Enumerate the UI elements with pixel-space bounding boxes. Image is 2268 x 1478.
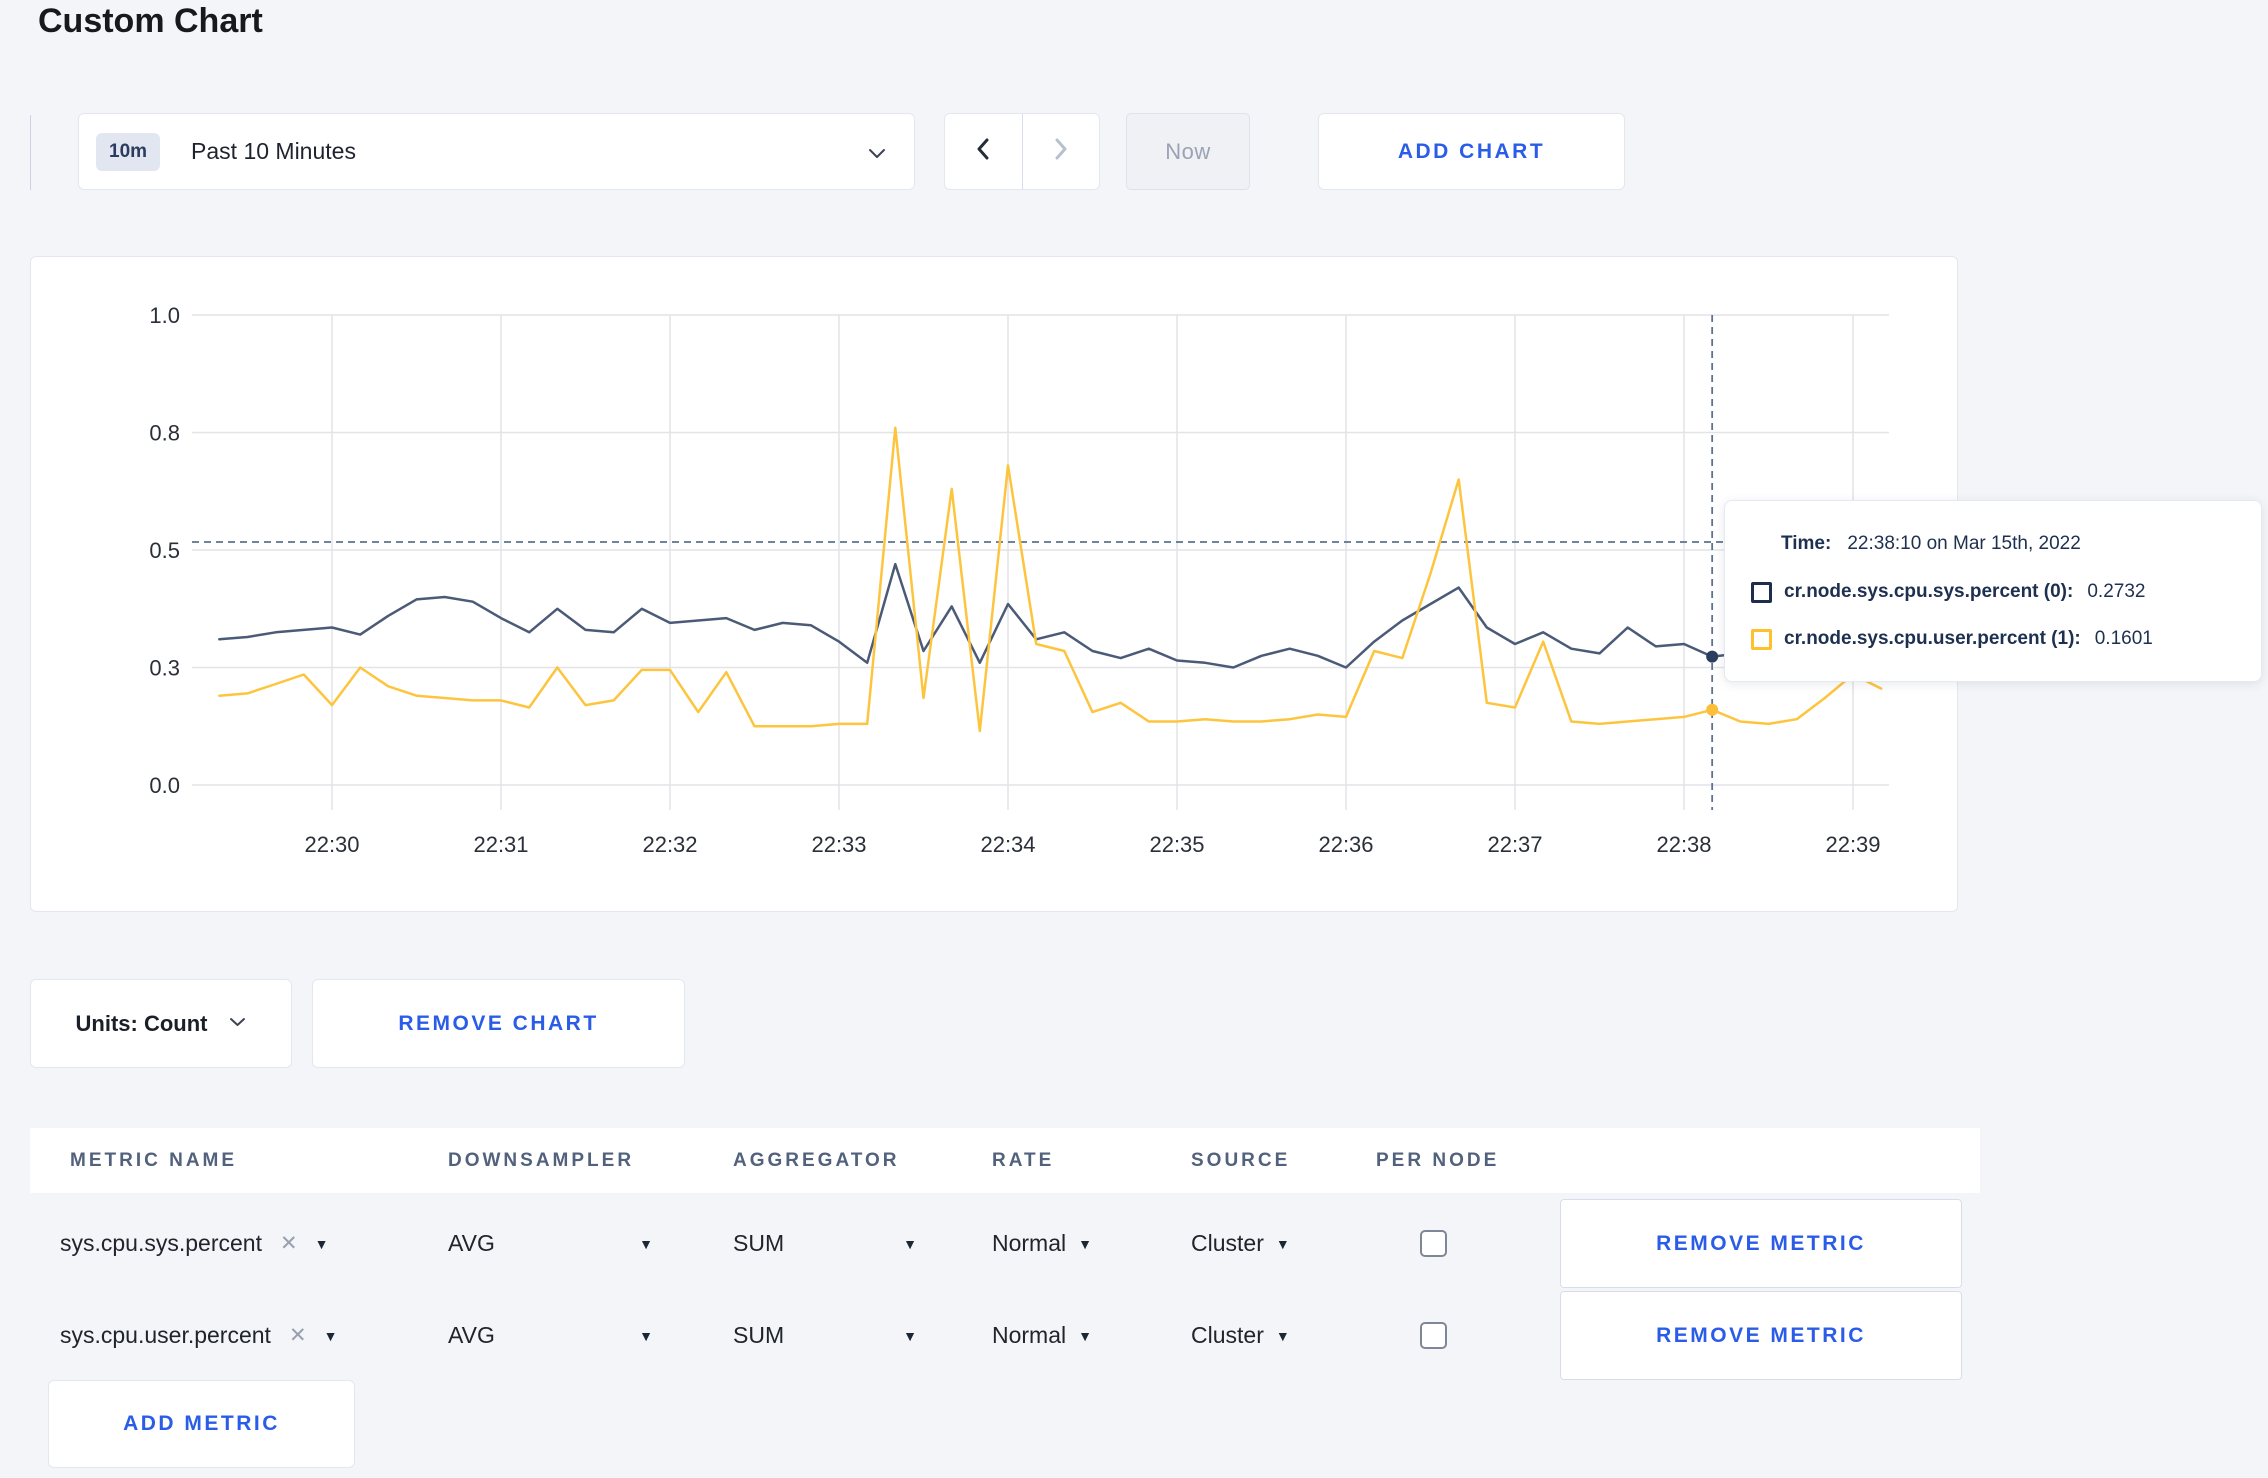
svg-text:22:30: 22:30: [304, 832, 359, 857]
tooltip-series-value: 0.1601: [2094, 628, 2153, 649]
svg-text:22:36: 22:36: [1318, 832, 1373, 857]
custom-chart-page: { "page": { "title": "Custom Chart" }, "…: [0, 0, 2268, 1478]
svg-text:1.0: 1.0: [149, 303, 180, 328]
tooltip-time-row: Time: 22:38:10 on Mar 15th, 2022: [1781, 533, 2081, 555]
svg-text:0.8: 0.8: [149, 421, 180, 446]
svg-text:0.3: 0.3: [149, 656, 180, 681]
tooltip-series-row: cr.node.sys.cpu.sys.percent (0): 0.2732: [1751, 581, 2145, 603]
tooltip-time-label: Time:: [1781, 533, 1832, 554]
svg-text:22:34: 22:34: [980, 832, 1035, 857]
tooltip-series-value: 0.2732: [2087, 581, 2146, 602]
svg-text:22:31: 22:31: [473, 832, 528, 857]
svg-text:22:37: 22:37: [1487, 832, 1542, 857]
svg-text:0.0: 0.0: [149, 773, 180, 798]
svg-text:0.5: 0.5: [149, 538, 180, 563]
svg-text:22:39: 22:39: [1825, 832, 1880, 857]
tooltip-series-name: cr.node.sys.cpu.sys.percent (0):: [1784, 581, 2074, 602]
tooltip-series-name: cr.node.sys.cpu.user.percent (1):: [1784, 628, 2081, 649]
svg-text:22:33: 22:33: [811, 832, 866, 857]
svg-text:22:32: 22:32: [642, 832, 697, 857]
svg-text:22:38: 22:38: [1656, 832, 1711, 857]
svg-text:22:35: 22:35: [1149, 832, 1204, 857]
chart-tooltip: Time: 22:38:10 on Mar 15th, 2022 cr.node…: [1724, 500, 2262, 682]
series-sys-swatch-icon: [1751, 581, 1772, 603]
chart-plot-area[interactable]: 0.0 0.3 0.5 0.8 1.0 22:30 22:31 22:32 22:33 22:34…: [0, 0, 2268, 1478]
tooltip-series-row: cr.node.sys.cpu.user.percent (1): 0.1601: [1751, 628, 2153, 650]
tooltip-time-value: 22:38:10 on Mar 15th, 2022: [1847, 533, 2081, 554]
series-user-swatch-icon: [1751, 628, 1772, 650]
